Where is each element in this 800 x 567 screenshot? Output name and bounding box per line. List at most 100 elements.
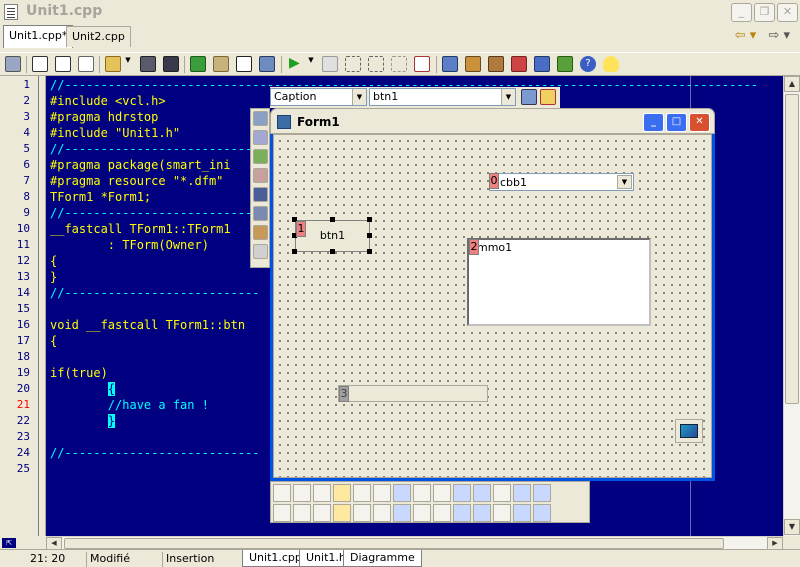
chevron-down-icon[interactable]: ▼ <box>501 89 515 105</box>
palette-eraser-icon[interactable] <box>253 168 268 183</box>
open-folder-icon[interactable] <box>105 56 121 72</box>
align-button-icon[interactable] <box>313 504 331 522</box>
code-line[interactable]: TForm1 *Form1; <box>50 190 151 204</box>
palette-frames-icon[interactable] <box>253 244 268 259</box>
align-button-icon[interactable] <box>453 484 471 502</box>
form-title-bar[interactable]: Form1 _ □ ✕ <box>270 108 715 134</box>
align-button-icon[interactable] <box>453 504 471 522</box>
btn1-button[interactable]: btn1 <box>295 220 370 252</box>
component-icon[interactable] <box>488 56 504 72</box>
code-line[interactable]: void __fastcall TForm1::btn <box>50 318 245 332</box>
selection-handle[interactable] <box>367 217 372 222</box>
palette-shapes-icon[interactable] <box>253 130 268 145</box>
component-select[interactable]: btn1 ▼ <box>369 88 516 106</box>
scroll-up-icon[interactable]: ▲ <box>784 76 800 92</box>
align-button-icon[interactable] <box>293 484 311 502</box>
code-line[interactable]: //--------------------------- <box>50 286 260 300</box>
chevron-down-icon[interactable]: ▼ <box>617 175 632 189</box>
progress-bar[interactable] <box>338 385 488 402</box>
align-button-icon[interactable] <box>273 484 291 502</box>
cbb1-combobox[interactable]: cbb1 ▼ <box>489 173 634 191</box>
code-line[interactable]: { <box>50 334 57 348</box>
code-line[interactable]: //--------------------------- <box>50 206 260 220</box>
tab-unit1[interactable]: Unit1.cpp* <box>3 25 74 48</box>
align-button-icon[interactable] <box>413 484 431 502</box>
palette-arrows-icon[interactable] <box>253 149 268 164</box>
tip-icon[interactable] <box>603 56 619 72</box>
code-line[interactable]: #include "Unit1.h" <box>50 126 180 140</box>
align-button-icon[interactable] <box>473 504 491 522</box>
code-line[interactable]: //--------------------------- <box>50 446 260 460</box>
view-forms-icon[interactable] <box>534 56 550 72</box>
scroll-thumb[interactable] <box>64 538 724 549</box>
align-button-icon[interactable] <box>493 504 511 522</box>
palette-window-icon[interactable] <box>253 206 268 221</box>
file-tab-diagram[interactable]: Diagramme <box>343 550 422 567</box>
selection-handle[interactable] <box>367 233 372 238</box>
selection-handle[interactable] <box>330 217 335 222</box>
align-button-icon[interactable] <box>533 504 551 522</box>
chevron-down-icon[interactable]: ▼ <box>307 56 315 72</box>
selection-handle[interactable] <box>330 249 335 254</box>
code-line[interactable]: } <box>50 430 57 444</box>
align-button-icon[interactable] <box>273 504 291 522</box>
code-line[interactable]: : TForm(Owner) <box>50 238 209 252</box>
nonvisual-component-icon[interactable] <box>675 419 703 443</box>
remove-file-icon[interactable] <box>213 56 229 72</box>
minimize-button[interactable]: _ <box>731 3 752 22</box>
step-over-icon[interactable] <box>368 56 384 72</box>
align-button-icon[interactable] <box>433 484 451 502</box>
chevron-down-icon[interactable]: ▼ <box>352 89 366 105</box>
align-button-icon[interactable] <box>353 504 371 522</box>
events-icon[interactable] <box>540 89 556 105</box>
code-line[interactable]: #pragma hdrstop <box>50 110 158 124</box>
restore-button[interactable]: ❐ <box>754 3 775 22</box>
scroll-thumb[interactable] <box>785 94 799 404</box>
palette-figure-icon[interactable] <box>253 225 268 240</box>
palette-mouse-icon[interactable] <box>253 187 268 202</box>
checkbox-icon[interactable] <box>236 56 252 72</box>
palette-books-icon[interactable] <box>253 111 268 126</box>
align-button-icon[interactable] <box>313 484 331 502</box>
mmo1-memo[interactable]: mmo1 <box>467 238 651 326</box>
align-button-icon[interactable] <box>333 504 351 522</box>
code-line[interactable]: } <box>50 414 116 428</box>
align-button-icon[interactable] <box>393 484 411 502</box>
pause-icon[interactable] <box>322 56 338 72</box>
tab-unit2[interactable]: Unit2.cpp <box>66 26 131 47</box>
horizontal-scrollbar[interactable]: ◀ ▶ <box>46 536 783 550</box>
new-unit-icon[interactable] <box>55 56 71 72</box>
form-client-area[interactable]: btn1 1 cbb1 ▼ 0 mmo1 2 3 <box>273 134 712 478</box>
form-maximize-button[interactable]: □ <box>666 113 687 132</box>
view-mode-icon[interactable]: ⇱ <box>2 538 16 548</box>
close-button[interactable]: ✕ <box>777 3 798 22</box>
save-all-icon[interactable] <box>163 56 179 72</box>
form-designer-window[interactable]: Form1 _ □ ✕ btn1 1 cbb1 ▼ 0 mmo1 2 3 <box>270 108 715 481</box>
align-button-icon[interactable] <box>353 484 371 502</box>
selection-handle[interactable] <box>367 249 372 254</box>
window-icon[interactable] <box>5 56 21 72</box>
align-button-icon[interactable] <box>333 484 351 502</box>
align-button-icon[interactable] <box>293 504 311 522</box>
align-button-icon[interactable] <box>373 504 391 522</box>
selection-handle[interactable] <box>292 249 297 254</box>
align-button-icon[interactable] <box>513 484 531 502</box>
code-line[interactable]: #pragma resource "*.dfm" <box>50 174 223 188</box>
align-button-icon[interactable] <box>493 484 511 502</box>
align-button-icon[interactable] <box>393 504 411 522</box>
trace-into-icon[interactable] <box>345 56 361 72</box>
toggle-form-unit-icon[interactable] <box>511 56 527 72</box>
code-line[interactable]: } <box>50 270 57 284</box>
run-to-cursor-icon[interactable] <box>391 56 407 72</box>
align-button-icon[interactable] <box>513 504 531 522</box>
scroll-down-icon[interactable]: ▼ <box>784 519 800 535</box>
save-icon[interactable] <box>140 56 156 72</box>
back-arrow-icon[interactable]: ⇦ ▾ <box>735 28 757 43</box>
program-reset-icon[interactable] <box>414 56 430 72</box>
help-icon[interactable]: ? <box>580 56 596 72</box>
code-line[interactable]: //have a fan ! <box>50 398 209 412</box>
form-minimize-button[interactable]: _ <box>643 113 664 132</box>
code-line[interactable]: #include <vcl.h> <box>50 94 166 108</box>
align-button-icon[interactable] <box>473 484 491 502</box>
code-line[interactable]: #pragma package(smart_ini <box>50 158 231 172</box>
